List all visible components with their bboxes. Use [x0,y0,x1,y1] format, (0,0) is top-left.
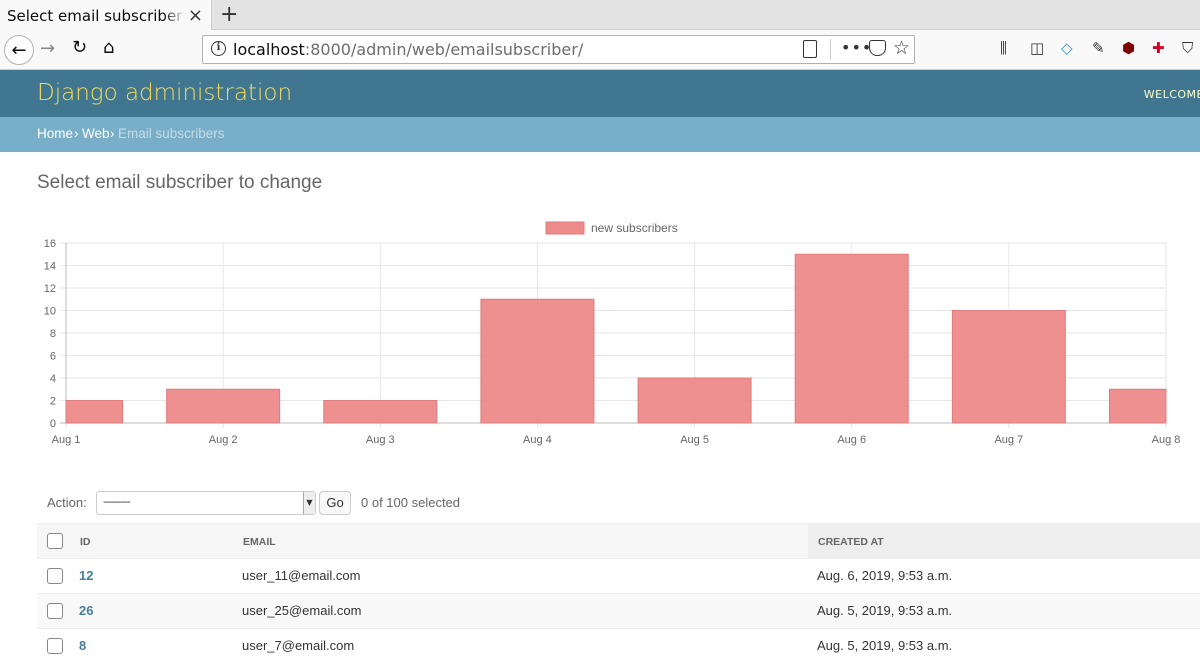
forward-arrow-icon[interactable]: → [40,38,55,59]
shield-icon[interactable]: ⛉ [1182,39,1193,57]
column-header-created-at[interactable]: CREATED AT [818,536,884,548]
table-header: ID EMAIL CREATED AT [37,523,1200,559]
url-path: :8000/admin/web/emailsubscriber/ [304,40,584,59]
y-tick-label: 12 [44,283,56,295]
library-icon[interactable]: ⫼ [1000,39,1007,57]
selection-counter: 0 of 100 selected [361,495,461,510]
reload-icon[interactable]: ↻ [72,37,87,58]
breadcrumb-separator: › [74,126,79,141]
y-tick-label: 2 [50,396,56,408]
page-title: Select email subscriber to change [37,172,323,193]
breadcrumb-separator: › [110,126,115,141]
url-host: localhost [233,40,305,59]
home-icon[interactable]: ⌂ [103,37,114,58]
bar [951,310,1066,424]
browser-navbar: ← → ↻ ⌂ i localhost:8000/admin/web/email… [0,30,1200,70]
new-tab-button[interactable]: + [220,2,238,27]
sidebar-icon[interactable]: ◫ [1030,39,1044,57]
row-created-at: Aug. 5, 2019, 9:53 a.m. [817,603,953,618]
column-header-id[interactable]: ID [80,536,91,548]
row-created-at: Aug. 6, 2019, 9:53 a.m. [817,568,953,583]
action-select[interactable]: --------- ▼ [96,491,316,515]
x-tick-label: Aug 4 [523,434,552,446]
y-tick-label: 8 [50,328,56,340]
table-row: 12 user_11@email.com Aug. 6, 2019, 9:53 … [37,559,1200,594]
legend-label: new subscribers [591,221,678,235]
x-tick-label: Aug 7 [994,434,1023,446]
ublock-icon[interactable]: ⬢ [1122,39,1135,57]
y-tick-label: 16 [44,238,56,250]
bar [323,400,438,424]
user-tools: WELCOME [1143,88,1200,101]
table-row: 8 user_7@email.com Aug. 5, 2019, 9:53 a.… [37,629,1200,657]
browser-tabbar: Select email subscriber to change × + [0,0,1200,31]
row-email: user_25@email.com [242,603,362,618]
row-checkbox[interactable] [47,568,63,584]
x-tick-label: Aug 2 [209,434,238,446]
y-tick-label: 0 [50,418,56,430]
column-header-email[interactable]: EMAIL [243,536,276,548]
row-id-link[interactable]: 12 [79,568,93,583]
y-tick-label: 6 [50,351,56,363]
addon-icon[interactable]: ✚ [1152,39,1165,57]
select-all-checkbox[interactable] [47,533,63,549]
tab-title: Select email subscriber to change [7,6,185,25]
bar [65,400,123,424]
more-actions-icon[interactable]: ••• [841,38,872,57]
admin-header: Django administration WELCOME [0,70,1200,117]
reader-view-icon[interactable] [803,40,817,58]
breadcrumb-home[interactable]: Home [37,126,73,141]
bar [637,377,752,424]
x-tick-label: Aug 1 [52,434,81,446]
back-arrow-icon[interactable]: ← [4,35,34,65]
row-email: user_7@email.com [242,638,355,653]
bookmark-star-icon[interactable]: ☆ [893,37,910,59]
site-branding[interactable]: Django administration [37,80,292,106]
close-icon[interactable]: × [188,5,203,26]
info-icon[interactable]: i [211,41,226,56]
row-checkbox[interactable] [47,638,63,654]
row-email: user_11@email.com [242,568,361,583]
action-select-value: --------- [103,495,131,508]
eyedropper-icon[interactable]: ✎ [1092,39,1105,57]
y-tick-label: 14 [44,261,56,273]
row-checkbox[interactable] [47,603,63,619]
results-table: ID EMAIL CREATED AT 12 user_11@email.com… [37,523,1200,657]
chevron-down-icon[interactable]: ▼ [303,492,315,514]
bar [794,253,909,424]
table-row: 26 user_25@email.com Aug. 5, 2019, 9:53 … [37,594,1200,629]
url-text[interactable]: localhost:8000/admin/web/emailsubscriber… [233,40,583,59]
bar [480,298,595,424]
legend-swatch [545,221,585,235]
action-label: Action: [47,495,87,510]
breadcrumb-current: Email subscribers [118,126,225,141]
x-tick-label: Aug 3 [366,434,395,446]
y-tick-label: 10 [44,306,56,318]
x-tick-label: Aug 5 [680,434,709,446]
bar [1109,388,1167,424]
row-id-link[interactable]: 8 [79,638,86,653]
pocket-icon[interactable] [869,40,886,56]
breadcrumb: Home › Web › Email subscribers [0,117,1200,152]
url-bar[interactable]: i localhost:8000/admin/web/emailsubscrib… [202,35,915,64]
breadcrumb-app[interactable]: Web [82,126,110,141]
go-button[interactable]: Go [319,491,351,515]
divider [830,39,831,60]
row-id-link[interactable]: 26 [79,603,93,618]
x-tick-label: Aug 6 [837,434,866,446]
extension-icon[interactable]: ◇ [1061,39,1073,57]
bar [166,388,281,424]
subscribers-chart: 0 2 4 6 8 10 12 14 16 Aug 1 Aug 2 Aug 3 Aug 4 Aug 5 Au… [44,221,1181,446]
browser-tab[interactable]: Select email subscriber to change × [0,0,212,31]
x-tick-label: Aug 8 [1152,434,1181,446]
row-created-at: Aug. 5, 2019, 9:53 a.m. [817,638,953,653]
y-tick-label: 4 [50,373,56,385]
